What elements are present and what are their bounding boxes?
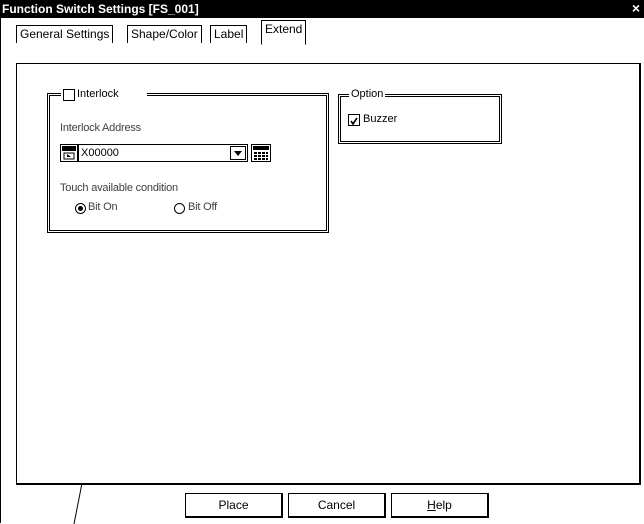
checkmark-icon <box>350 117 358 126</box>
buzzer-checkbox[interactable] <box>348 114 360 126</box>
bit-on-label: Bit On <box>88 201 118 213</box>
keypad-icon-glyph <box>253 146 269 160</box>
interlock-address-combo[interactable]: X00000 <box>78 144 248 162</box>
option-legend: Option <box>349 88 386 101</box>
buzzer-label: Buzzer <box>363 113 398 125</box>
bit-on-radio[interactable] <box>75 203 86 214</box>
bit-off-radio[interactable] <box>174 203 185 214</box>
interlock-checkbox[interactable] <box>63 89 75 101</box>
chevron-down-icon[interactable] <box>230 146 246 160</box>
interlock-label: Interlock <box>77 88 119 100</box>
touch-condition-label: Touch available condition <box>60 182 178 194</box>
extend-tab-panel: Interlock Interlock Address X00000 Touch… <box>16 63 641 485</box>
device-icon-glyph <box>62 146 76 160</box>
interlock-address-label: Interlock Address <box>60 122 141 134</box>
chevron-down-glyph <box>234 151 242 156</box>
interlock-address-value: X00000 <box>81 147 119 159</box>
tab-extend[interactable]: Extend <box>261 20 307 45</box>
device-icon[interactable] <box>60 144 78 162</box>
bit-off-label: Bit Off <box>188 201 217 213</box>
keypad-icon[interactable] <box>251 144 271 162</box>
